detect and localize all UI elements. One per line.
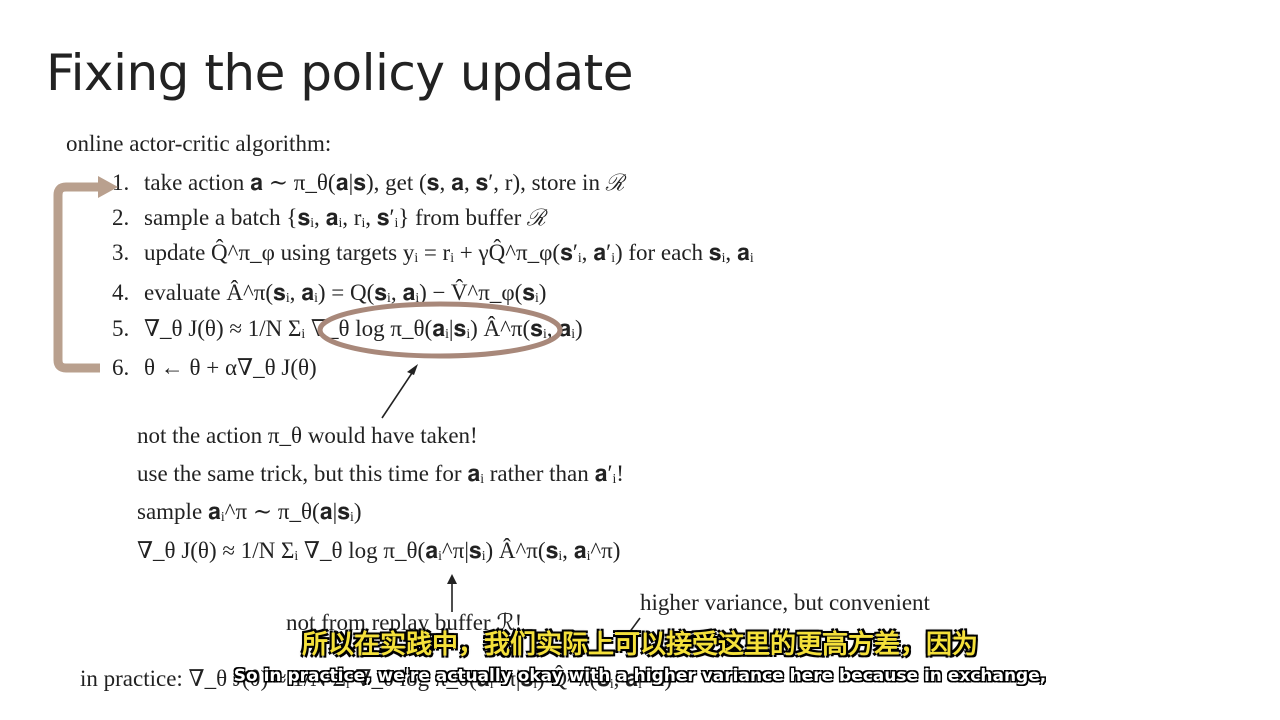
subtitle-english: So in practice, we're actually okay with… — [233, 666, 1047, 686]
note-gradient-estimate: ∇_θ J(θ) ≈ 1/N Σᵢ ∇_θ log π_θ(𝐚ᵢ^π|𝐬ᵢ) Â… — [137, 538, 621, 563]
highlight-ellipse — [317, 301, 563, 359]
loop-arrow — [53, 182, 100, 373]
note-same-trick: use the same trick, but this time for 𝐚ᵢ… — [137, 461, 624, 486]
note-higher-variance: higher variance, but convenient — [640, 590, 930, 615]
subtitle-chinese: 所以在实践中，我们实际上可以接受这里的更高方差，因为 — [301, 630, 978, 660]
slide: Fixing the policy update online actor-cr… — [0, 0, 1280, 720]
pointer-arrow-1 — [381, 369, 415, 419]
loop-arrow-head — [98, 176, 118, 198]
note-sample-action: sample 𝐚ᵢ^π ∼ π_θ(𝐚|𝐬ᵢ) — [137, 499, 362, 524]
note-not-the-action: not the action π_θ would have taken! — [137, 423, 478, 448]
pointer-arrow-1-head — [407, 364, 418, 375]
pointer-arrow-2-head — [447, 574, 457, 584]
